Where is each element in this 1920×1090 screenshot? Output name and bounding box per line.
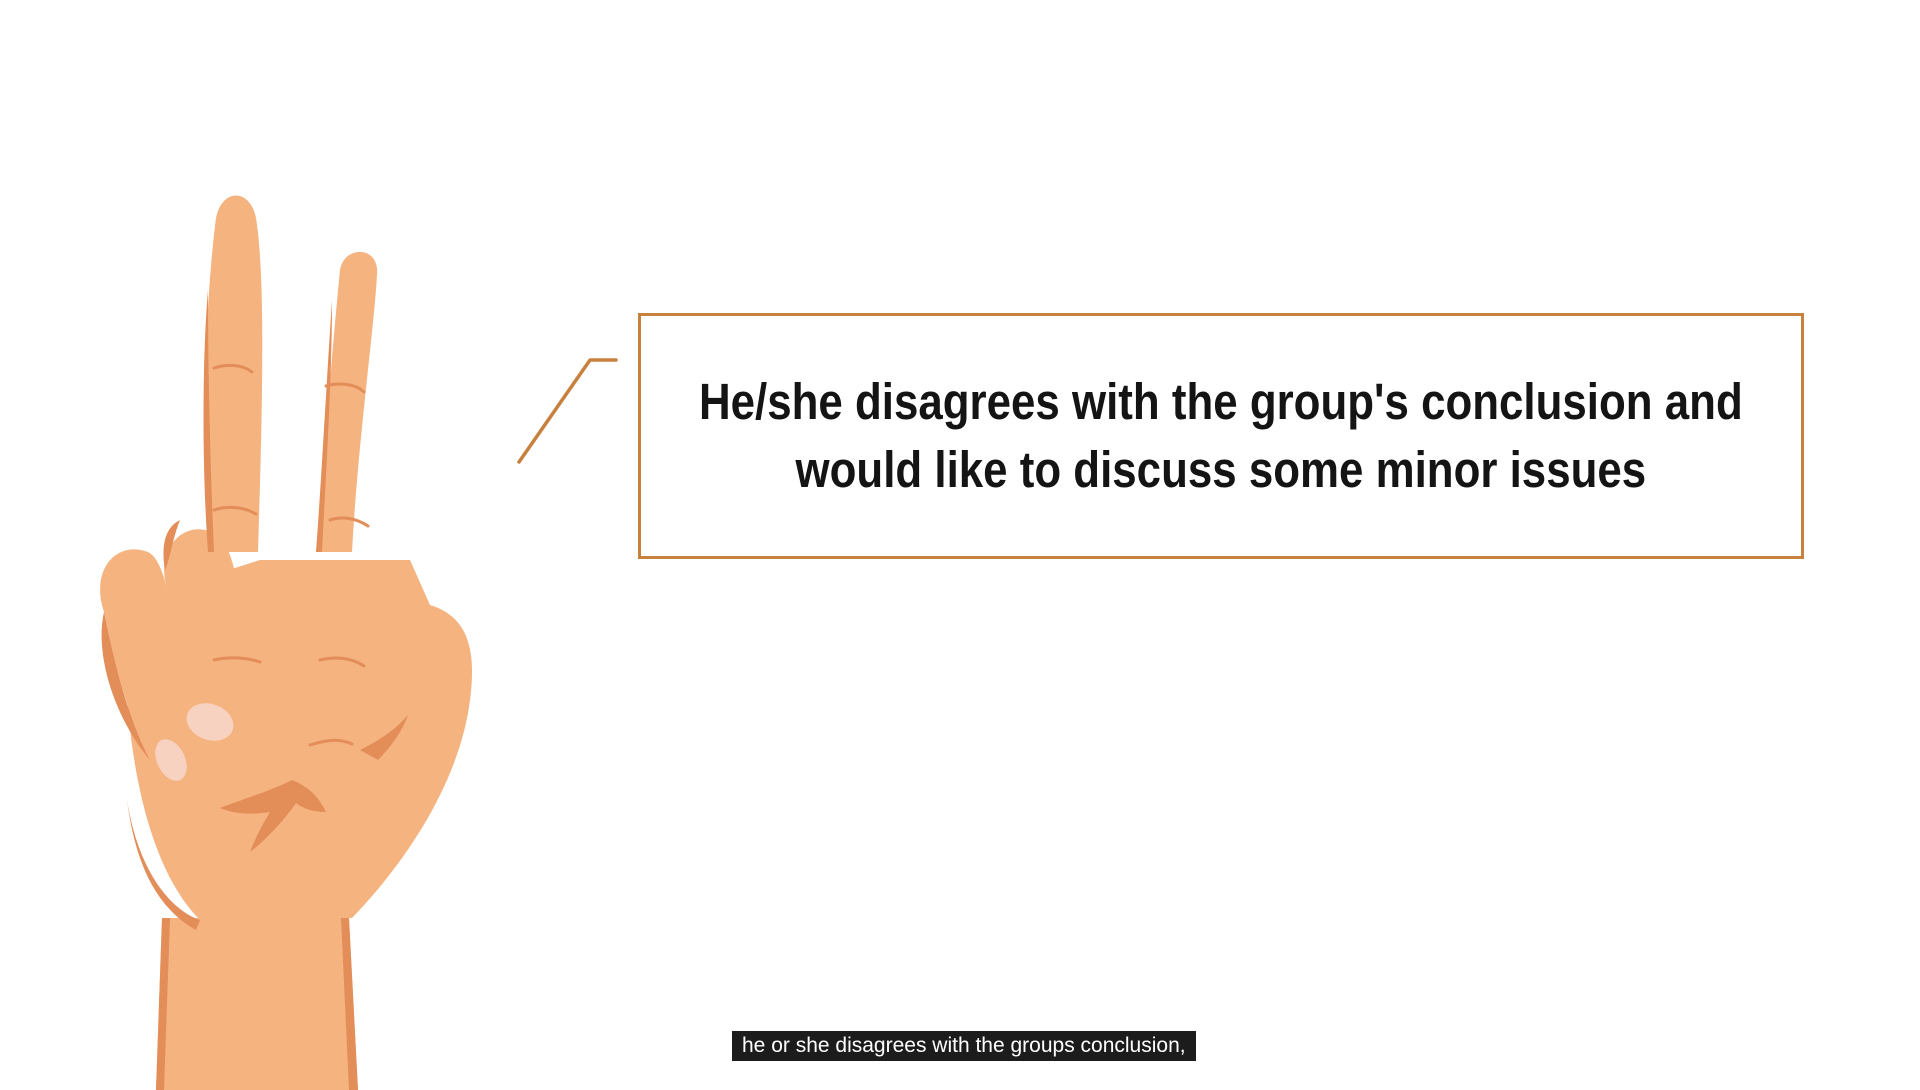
caption-line-2: would like to discuss some minor issues	[795, 441, 1647, 498]
caption-line-1: He/she disagrees with the group's conclu…	[699, 373, 1743, 430]
caption-box: He/she disagrees with the group's conclu…	[638, 313, 1804, 559]
two-fingers-hand-icon	[100, 195, 473, 1090]
caption-text: He/she disagrees with the group's conclu…	[699, 368, 1743, 504]
video-subtitle: he or she disagrees with the groups conc…	[732, 1031, 1196, 1061]
